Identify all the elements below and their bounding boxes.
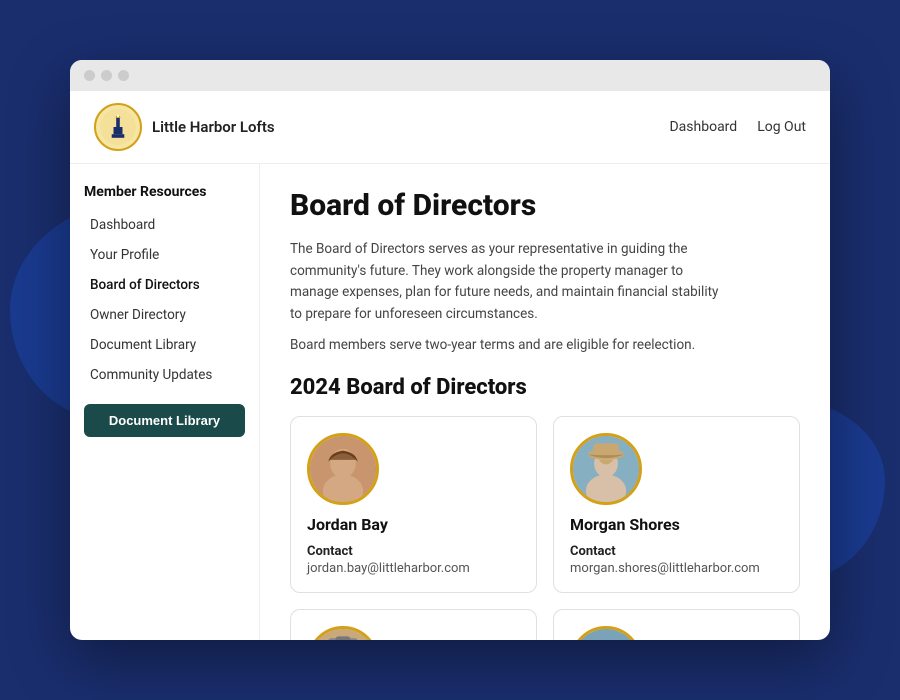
browser-chrome: [70, 60, 830, 91]
avatar-jordan: [310, 436, 376, 502]
sidebar-item-dashboard[interactable]: Dashboard: [84, 212, 245, 238]
logo-circle: [94, 103, 142, 151]
director-name-morgan: Morgan Shores: [570, 515, 783, 534]
avatar-3: [310, 629, 376, 640]
app-header: Little Harbor Lofts Dashboard Log Out: [70, 91, 830, 164]
sidebar: Member Resources Dashboard Your Profile …: [70, 164, 260, 640]
browser-dot-2: [101, 70, 112, 81]
nav-logout[interactable]: Log Out: [757, 119, 806, 135]
director-avatar-jordan: [307, 433, 379, 505]
avatar-4: [573, 629, 639, 640]
sidebar-item-directory[interactable]: Owner Directory: [84, 302, 245, 328]
app-content: Little Harbor Lofts Dashboard Log Out Me…: [70, 91, 830, 640]
browser-dot-1: [84, 70, 95, 81]
director-name-jordan: Jordan Bay: [307, 515, 520, 534]
directors-grid: Jordan Bay Contact jordan.bay@littleharb…: [290, 416, 800, 640]
page-description-1: The Board of Directors serves as your re…: [290, 239, 730, 325]
nav-dashboard[interactable]: Dashboard: [669, 119, 737, 135]
contact-label-morgan: Contact: [570, 544, 783, 559]
director-avatar-4: [570, 626, 642, 640]
director-card-4: [553, 609, 800, 640]
director-avatar-morgan: [570, 433, 642, 505]
sidebar-item-documents[interactable]: Document Library: [84, 332, 245, 358]
director-card-morgan: Morgan Shores Contact morgan.shores@litt…: [553, 416, 800, 593]
main-layout: Member Resources Dashboard Your Profile …: [70, 164, 830, 640]
avatar-morgan: [573, 436, 639, 502]
sidebar-cta-button[interactable]: Document Library: [84, 404, 245, 437]
browser-dot-3: [118, 70, 129, 81]
contact-label-jordan: Contact: [307, 544, 520, 559]
sidebar-heading: Member Resources: [84, 184, 245, 200]
header-brand: Little Harbor Lofts: [94, 103, 275, 151]
browser-window: Little Harbor Lofts Dashboard Log Out Me…: [70, 60, 830, 640]
content-area: Board of Directors The Board of Director…: [260, 164, 830, 640]
board-year-title: 2024 Board of Directors: [290, 375, 800, 400]
sidebar-item-board[interactable]: Board of Directors: [84, 272, 245, 298]
contact-email-morgan[interactable]: morgan.shores@littleharbor.com: [570, 561, 783, 576]
director-avatar-3: [307, 626, 379, 640]
director-card-jordan: Jordan Bay Contact jordan.bay@littleharb…: [290, 416, 537, 593]
page-description-2: Board members serve two-year terms and a…: [290, 335, 730, 357]
sidebar-item-updates[interactable]: Community Updates: [84, 362, 245, 388]
logo-svg: [100, 109, 136, 145]
header-nav: Dashboard Log Out: [669, 119, 806, 135]
director-card-3: [290, 609, 537, 640]
sidebar-item-profile[interactable]: Your Profile: [84, 242, 245, 268]
page-title: Board of Directors: [290, 188, 800, 223]
brand-name: Little Harbor Lofts: [152, 118, 275, 136]
contact-email-jordan[interactable]: jordan.bay@littleharbor.com: [307, 561, 520, 576]
